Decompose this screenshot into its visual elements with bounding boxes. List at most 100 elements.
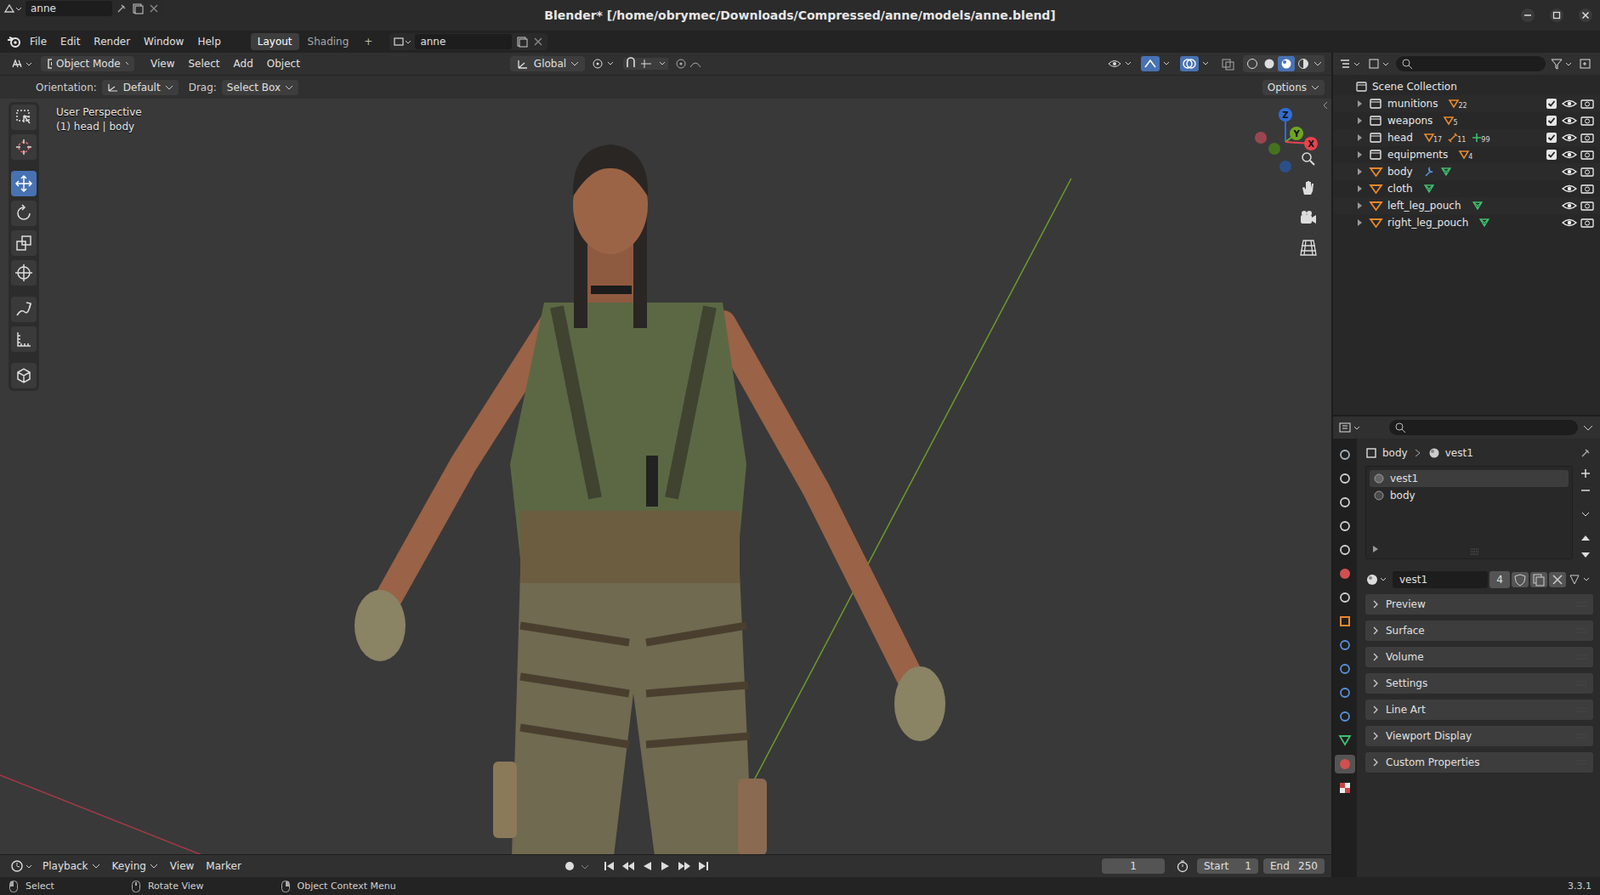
stopwatch-icon[interactable] (1173, 859, 1192, 874)
scene-selector[interactable]: anne (0, 0, 164, 18)
timeline-menu[interactable]: View (164, 857, 199, 875)
options-dropdown[interactable]: Options (1262, 79, 1325, 96)
render-camera-icon[interactable] (1579, 131, 1595, 144)
expand-icon[interactable] (1355, 131, 1366, 144)
tool-button[interactable] (11, 363, 37, 389)
next-keyframe-icon[interactable] (676, 859, 693, 874)
unlink-material-icon[interactable] (1548, 572, 1566, 588)
collapsed-panel[interactable]: Preview (1365, 594, 1594, 615)
material-slot[interactable]: body (1369, 487, 1569, 505)
collapsed-panel[interactable]: Settings (1365, 673, 1594, 694)
exclude-checkbox[interactable] (1545, 131, 1558, 144)
snap-icon[interactable] (622, 56, 669, 71)
drag-handle-icon[interactable] (1576, 731, 1589, 741)
tool-button[interactable] (11, 260, 37, 286)
visibility-icon[interactable] (1106, 56, 1136, 71)
drag-handle-icon[interactable] (1576, 600, 1589, 609)
menu-item[interactable]: Edit (54, 33, 86, 51)
properties-tab[interactable] (1334, 754, 1356, 774)
workspace-tab[interactable]: Shading (300, 33, 357, 51)
shading-button[interactable] (1243, 56, 1261, 72)
properties-editor-icon[interactable] (1338, 420, 1364, 435)
eye-icon[interactable] (1561, 131, 1578, 144)
collapsed-panel[interactable]: Custom Properties (1365, 752, 1594, 773)
new-scene-icon[interactable] (130, 2, 145, 15)
child-badge[interactable]: 99 (1470, 131, 1490, 144)
child-badge[interactable] (1423, 165, 1436, 178)
minimize-icon[interactable] (1520, 7, 1536, 23)
browse-material-icon[interactable] (1365, 573, 1391, 587)
properties-tab[interactable] (1334, 635, 1356, 655)
expand-icon[interactable] (1355, 114, 1366, 127)
viewport-menu[interactable]: View (144, 55, 181, 73)
timeline-menu[interactable]: Playback (37, 857, 106, 875)
tool-button[interactable] (11, 296, 37, 323)
eye-icon[interactable] (1561, 199, 1578, 212)
menu-item[interactable]: Window (137, 33, 190, 51)
properties-tab[interactable] (1334, 659, 1356, 679)
camera-view-icon[interactable] (1297, 207, 1320, 230)
new-layer-icon[interactable] (515, 35, 529, 48)
collapsed-panel[interactable]: Viewport Display (1365, 726, 1594, 747)
3d-viewport[interactable]: User Perspective(1) head | bodyZYX (0, 98, 1332, 855)
render-camera-icon[interactable] (1579, 165, 1595, 178)
menu-item[interactable]: File (23, 33, 53, 51)
drag-handle-icon[interactable] (1576, 679, 1589, 688)
filter-icon[interactable] (1548, 56, 1575, 71)
tool-button[interactable] (11, 230, 37, 256)
perspective-toggle-icon[interactable] (1297, 237, 1320, 260)
jump-end-icon[interactable] (695, 859, 711, 874)
shading-button[interactable] (1277, 56, 1295, 72)
eye-icon[interactable] (1561, 165, 1578, 178)
expand-icon[interactable] (1355, 216, 1366, 229)
orientation-dropdown[interactable]: Default (102, 79, 179, 96)
pin-icon[interactable] (1579, 447, 1594, 460)
properties-search[interactable] (1389, 419, 1578, 436)
material-slot[interactable]: vest1 (1369, 470, 1569, 488)
jump-start-icon[interactable] (601, 859, 618, 874)
menu-item[interactable]: Help (191, 33, 227, 51)
pan-hand-icon[interactable] (1297, 177, 1320, 200)
tool-button[interactable] (11, 170, 37, 197)
tool-button[interactable] (11, 326, 37, 352)
exclude-checkbox[interactable] (1545, 148, 1558, 161)
tool-button[interactable] (11, 104, 37, 131)
render-camera-icon[interactable] (1579, 199, 1595, 212)
view-layer-selector[interactable]: anne (389, 33, 548, 51)
eye-icon[interactable] (1561, 182, 1578, 195)
close-icon[interactable] (1577, 7, 1594, 23)
drag-dropdown[interactable]: Select Box (221, 79, 299, 96)
properties-tab[interactable] (1334, 731, 1356, 750)
record-icon[interactable] (562, 859, 577, 874)
drag-handle-icon[interactable] (1576, 652, 1589, 662)
slot-menu-icon[interactable] (1577, 506, 1594, 522)
child-badge[interactable]: 4 (1458, 148, 1473, 161)
mode-dropdown[interactable]: Object Mode (40, 56, 135, 72)
expand-icon[interactable] (1355, 182, 1366, 195)
render-camera-icon[interactable] (1579, 182, 1595, 195)
scene-name[interactable]: anne (25, 0, 113, 17)
list-filter-toggle-icon[interactable] (1371, 544, 1380, 554)
shading-options-icon[interactable] (1311, 57, 1324, 70)
expand-icon[interactable] (1355, 165, 1366, 178)
shading-button[interactable] (1294, 56, 1312, 72)
properties-tab[interactable] (1334, 564, 1356, 584)
outliner-row[interactable]: body (1333, 163, 1600, 181)
outliner-row[interactable]: weapons5 (1333, 112, 1600, 130)
drag-handle-icon[interactable] (1576, 705, 1589, 715)
display-mode-icon[interactable] (1367, 56, 1393, 71)
current-frame-field[interactable]: 1 (1101, 858, 1165, 874)
properties-tab[interactable] (1334, 683, 1356, 703)
tool-button[interactable] (11, 200, 37, 227)
tool-button[interactable] (11, 134, 37, 160)
move-down-icon[interactable] (1577, 547, 1594, 563)
collapsed-panel[interactable]: Surface (1365, 620, 1594, 642)
scene-collection-row[interactable]: Scene Collection (1333, 78, 1600, 96)
shading-button[interactable] (1260, 56, 1278, 72)
xray-icon[interactable] (1219, 56, 1238, 72)
render-camera-icon[interactable] (1579, 148, 1595, 161)
end-frame-field[interactable]: End250 (1263, 858, 1325, 874)
viewport-menu[interactable]: Add (227, 55, 260, 73)
properties-tab[interactable] (1334, 493, 1356, 512)
record-options-icon[interactable] (579, 859, 591, 874)
